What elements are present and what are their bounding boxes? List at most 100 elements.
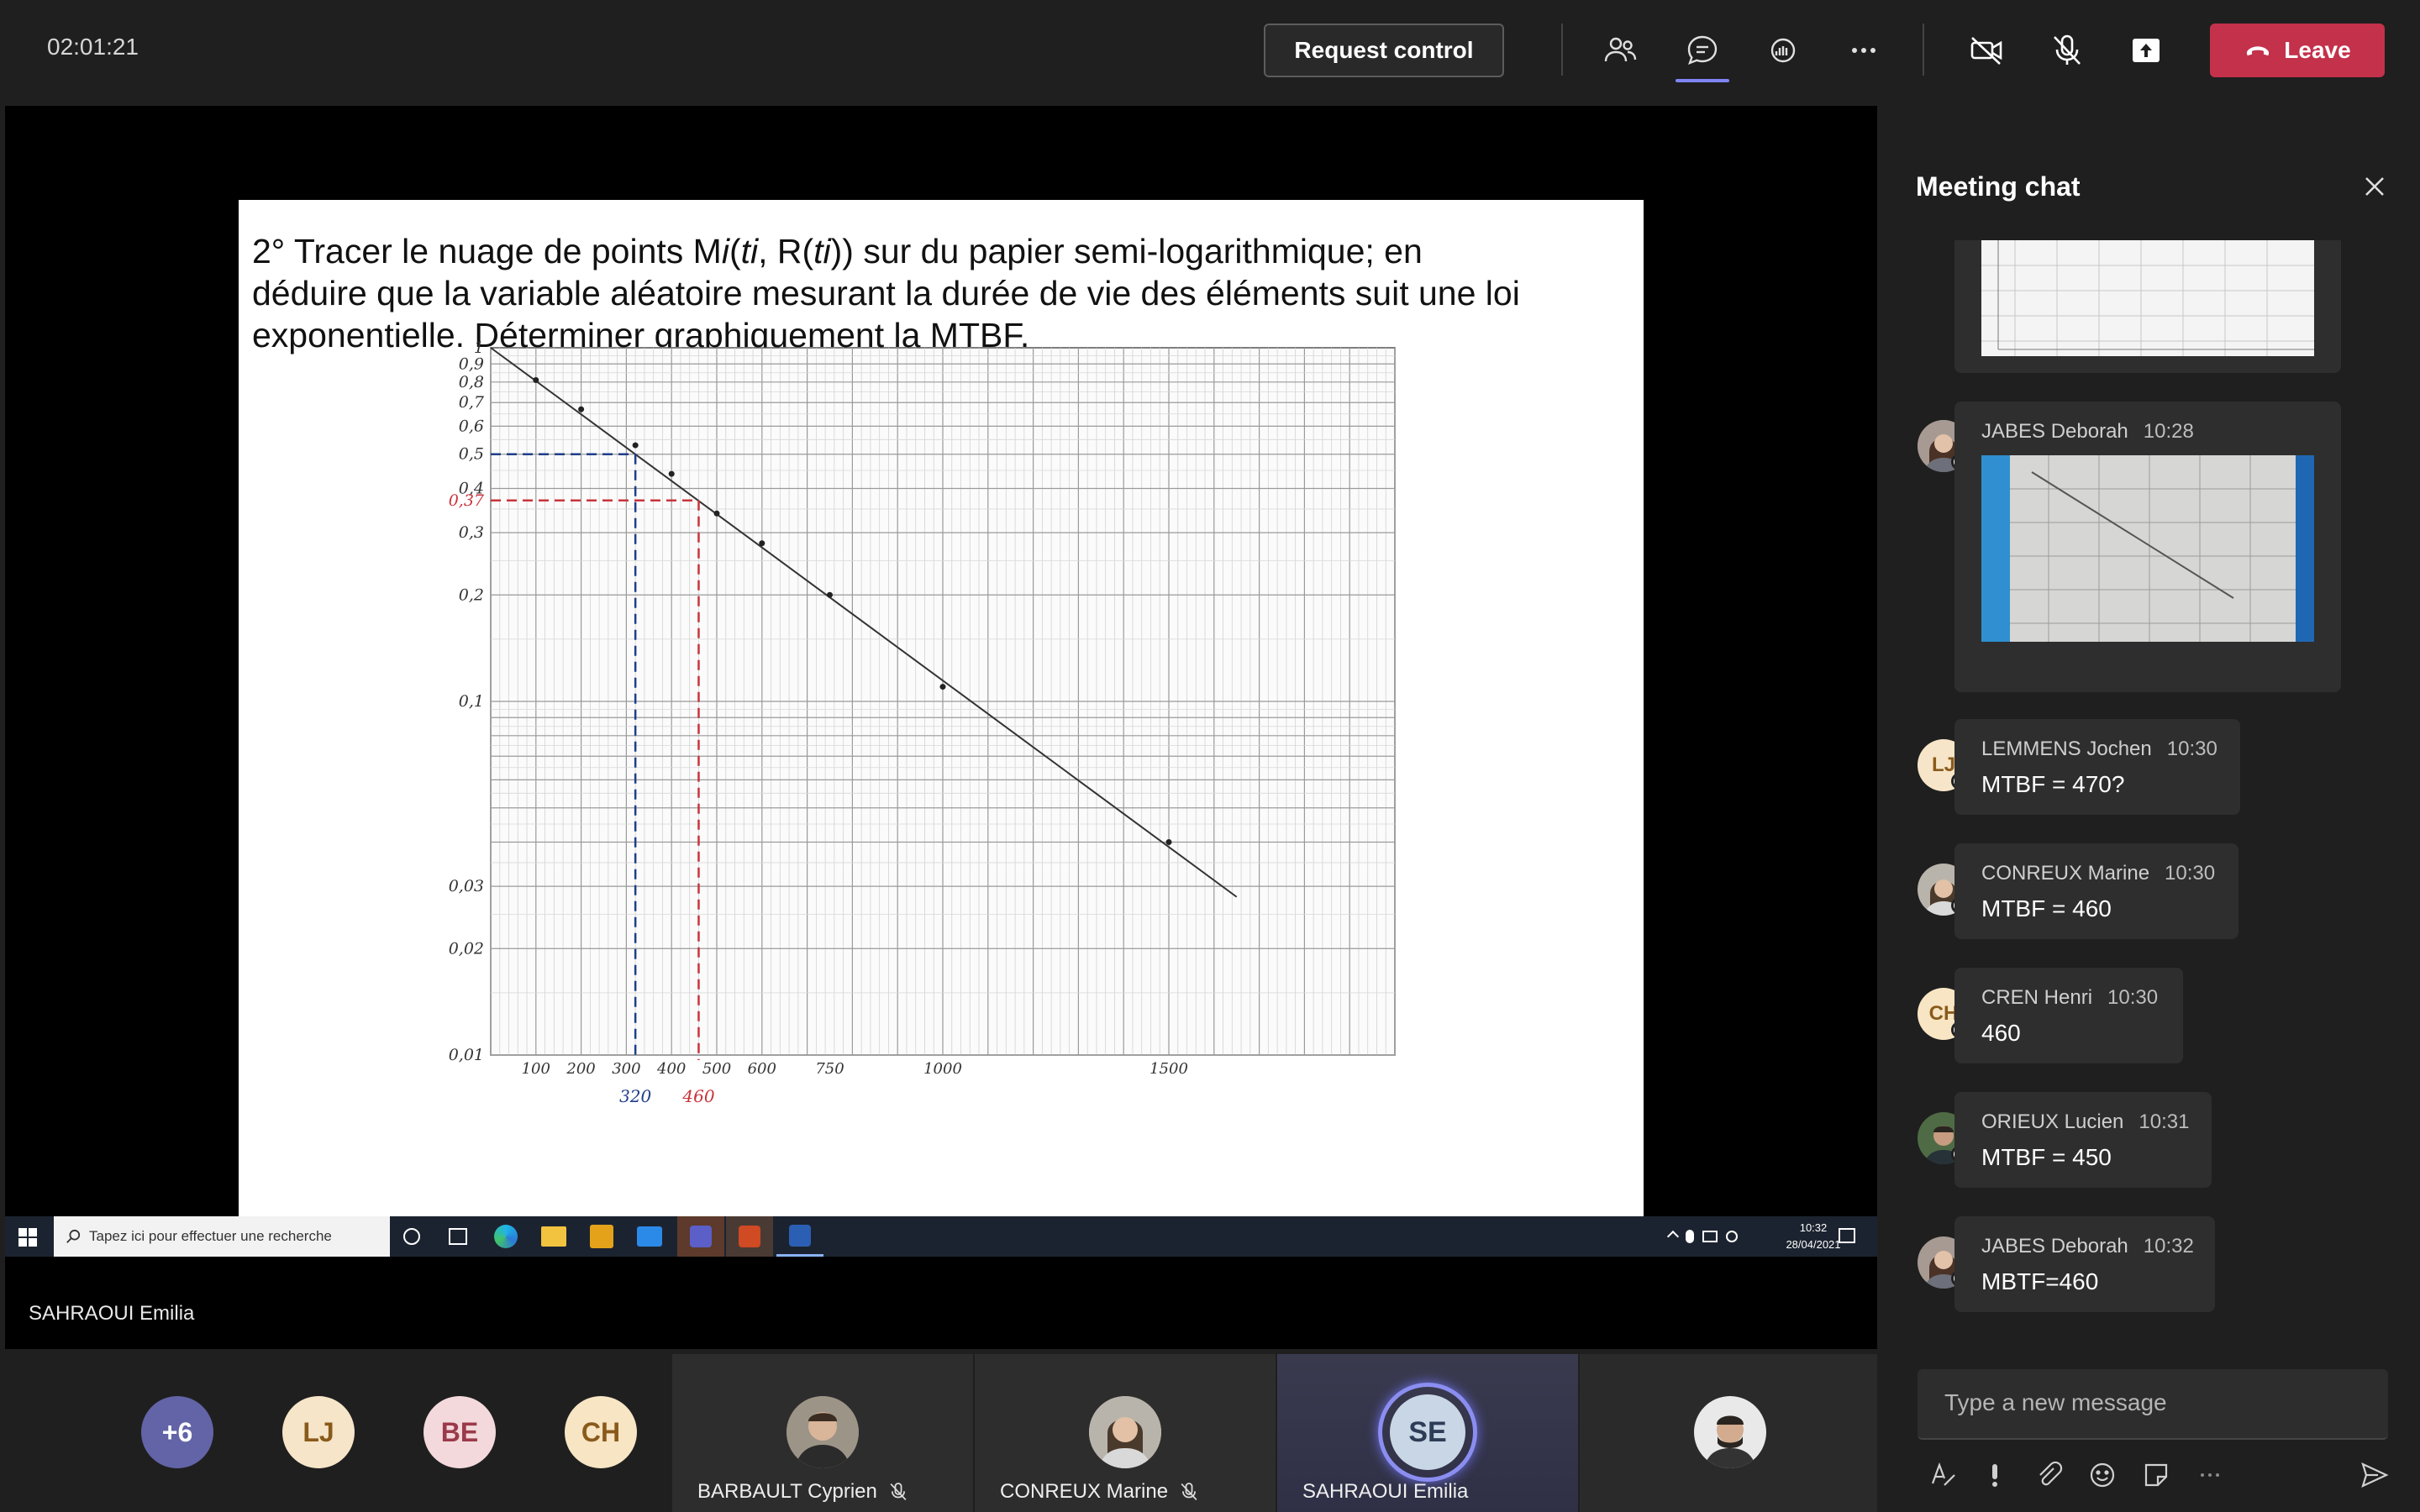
teams-meeting-window: 02:01:21 Request control Leave 2° Tracer… (0, 0, 2420, 1512)
participant-tile-speaking[interactable]: SE SAHRAOUI Emilia (1277, 1354, 1578, 1512)
chat-message-card[interactable]: JABES Deborah 10:32 MBTF=460 (1954, 1216, 2215, 1312)
data-point (632, 442, 639, 449)
message-author: JABES Deborah 10:28 (1981, 420, 2194, 444)
compose-box[interactable] (1918, 1369, 2388, 1440)
more-options-icon[interactable] (1839, 25, 1889, 76)
y-tick-label: 0,5 (459, 445, 484, 464)
annotation-label: 460 (681, 1086, 714, 1106)
message-author: JABES Deborah 10:32 (1981, 1235, 2194, 1258)
participant-avatar[interactable]: LJ (282, 1396, 355, 1468)
chat-message-list[interactable]: JABES Deborah 10:28 LJ LEMMENS Jochen 10… (1877, 240, 2420, 1324)
cortana-icon[interactable] (403, 1228, 420, 1245)
task-view-icon[interactable] (449, 1228, 467, 1245)
message-input[interactable] (1944, 1389, 2365, 1416)
data-point (578, 406, 585, 412)
message-author-name: CREN Henri (1981, 986, 2093, 1009)
message-time: 10:30 (2166, 738, 2217, 760)
chat-message-card[interactable]: JABES Deborah 10:28 (1954, 402, 2341, 692)
participant-photo (1694, 1396, 1766, 1468)
tray-volume-icon (1726, 1231, 1738, 1242)
leave-button[interactable]: Leave (2210, 24, 2385, 77)
mail-icon[interactable] (637, 1226, 662, 1247)
participant-tile[interactable]: BARBAULT Cyprien (672, 1354, 973, 1512)
y-tick-label: 0,7 (459, 393, 485, 412)
taskbar-clock[interactable]: 10:32 28/04/2021 (1781, 1220, 1845, 1253)
important-icon[interactable] (1976, 1457, 2013, 1494)
chat-message-card[interactable]: CREN Henri 10:30 460 (1954, 968, 2183, 1063)
notifications-icon[interactable] (1839, 1228, 1855, 1243)
shared-screen-stage: 2° Tracer le nuage de points Mi(ti, R(ti… (5, 106, 1877, 1349)
message-author-name: CONREUX Marine (1981, 862, 2150, 885)
search-icon (66, 1229, 81, 1243)
participants-icon[interactable] (1595, 25, 1645, 76)
message-author-name: LEMMENS Jochen (1981, 738, 2152, 760)
y-tick-label: 0,8 (459, 373, 484, 391)
close-icon[interactable] (2358, 170, 2391, 203)
system-tray[interactable] (1666, 1228, 1770, 1245)
participant-name: CONREUX Marine (1000, 1480, 1200, 1504)
x-tick-label: 600 (748, 1060, 776, 1078)
presenter-name-label: SAHRAOUI Emilia (29, 1302, 195, 1325)
overflow-participants-button[interactable]: +6 (141, 1396, 213, 1468)
chat-message-card[interactable]: LEMMENS Jochen 10:30 MTBF = 470? (1954, 719, 2240, 815)
store-icon[interactable] (590, 1225, 613, 1248)
x-tick-label: 1000 (923, 1060, 962, 1078)
attach-icon[interactable] (2030, 1457, 2067, 1494)
taskbar-time: 10:32 (1799, 1221, 1828, 1234)
message-text: MBTF=460 (1981, 1268, 2099, 1294)
participant-avatar[interactable]: CH (565, 1396, 637, 1468)
shared-photo-thumbnail[interactable] (1981, 455, 2314, 642)
data-point (939, 684, 946, 690)
chat-icon[interactable] (1677, 25, 1728, 76)
taskbar-search-box[interactable]: Tapez ici pour effectuer une recherche (54, 1216, 390, 1257)
windows-taskbar: Tapez ici pour effectuer une recherche 1… (5, 1216, 1877, 1257)
participant-name-text: BARBAULT Cyprien (697, 1480, 877, 1503)
participant-tile[interactable] (1580, 1354, 1881, 1512)
data-point (827, 591, 833, 598)
edge-browser-icon[interactable] (494, 1225, 518, 1248)
x-tick-label: 100 (522, 1060, 550, 1078)
y-tick-label: 0,3 (459, 523, 484, 542)
windows-start-icon[interactable] (18, 1228, 37, 1247)
camera-off-icon[interactable] (1961, 25, 2012, 76)
data-point (713, 510, 720, 517)
message-author-name: JABES Deborah (1981, 1235, 2128, 1257)
mic-off-icon[interactable] (2042, 25, 2092, 76)
participant-name-text: SAHRAOUI Emilia (1302, 1480, 1469, 1503)
chat-message-image-card[interactable] (1954, 240, 2341, 373)
send-icon[interactable] (2356, 1457, 2393, 1494)
data-point (1165, 839, 1172, 846)
more-compose-options-icon[interactable] (2191, 1457, 2228, 1494)
emoji-icon[interactable] (2084, 1457, 2121, 1494)
teams-taskbar-icon[interactable] (677, 1216, 724, 1257)
chat-message-card[interactable]: ORIEUX Lucien 10:31 MTBF = 450 (1954, 1092, 2212, 1188)
file-explorer-icon[interactable] (541, 1226, 566, 1247)
message-time: 10:30 (2165, 862, 2216, 885)
chat-title: Meeting chat (1916, 171, 2081, 202)
share-tray-icon[interactable] (2121, 25, 2171, 76)
message-author: ORIEUX Lucien 10:31 (1981, 1110, 2189, 1134)
x-tick-label: 300 (612, 1060, 640, 1078)
y-tick-label: 0,2 (459, 585, 484, 604)
participant-name: BARBAULT Cyprien (697, 1480, 909, 1504)
muted-mic-icon (890, 1483, 907, 1501)
word-icon[interactable] (776, 1216, 823, 1257)
message-time: 10:32 (2143, 1235, 2194, 1257)
tray-chevron-icon[interactable] (1666, 1230, 1680, 1243)
format-icon[interactable] (1924, 1457, 1961, 1494)
participant-avatar[interactable]: BE (424, 1396, 496, 1468)
powerpoint-icon[interactable] (726, 1216, 773, 1257)
annotation-label: 320 (619, 1086, 651, 1106)
participant-avatar: SE (1390, 1394, 1465, 1470)
y-tick-label: 0,01 (449, 1046, 484, 1064)
x-tick-label: 500 (702, 1060, 731, 1078)
sticker-icon[interactable] (2138, 1457, 2175, 1494)
message-time: 10:28 (2143, 420, 2194, 443)
raise-hand-icon[interactable] (1758, 25, 1808, 76)
message-text: 460 (1981, 1020, 2021, 1046)
y-tick-label: 0,02 (449, 939, 484, 958)
chat-message-card[interactable]: CONREUX Marine 10:30 MTBF = 460 (1954, 843, 2238, 939)
participant-tile[interactable]: CONREUX Marine (975, 1354, 1276, 1512)
shared-image-thumbnail[interactable] (1981, 240, 2314, 356)
request-control-button[interactable]: Request control (1264, 24, 1504, 77)
